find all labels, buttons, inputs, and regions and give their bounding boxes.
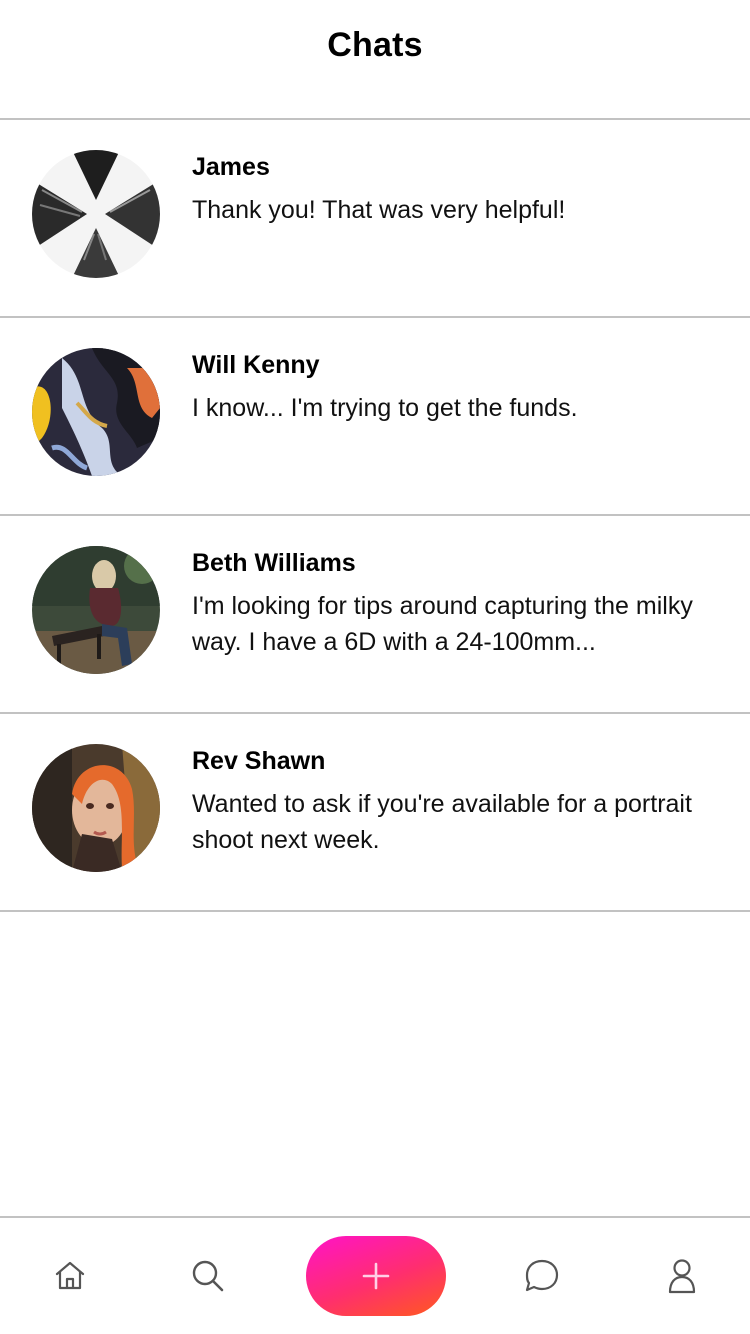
chat-name: Beth Williams [192, 549, 356, 577]
chats-screen: Chats James Thank you! That was very hel… [0, 0, 750, 1334]
nav-profile-button[interactable] [642, 1218, 722, 1334]
user-icon [668, 1259, 696, 1294]
chat-last-message: I'm looking for tips around capturing th… [192, 592, 693, 656]
avatar-image [32, 546, 160, 674]
avatar [32, 744, 160, 872]
plus-icon [362, 1262, 390, 1290]
avatar-image [32, 348, 160, 476]
chat-item-beth-williams[interactable]: Beth Williams I'm looking for tips aroun… [0, 516, 750, 714]
avatar [32, 348, 160, 476]
chat-item-will-kenny[interactable]: Will Kenny I know... I'm trying to get t… [0, 318, 750, 516]
bottom-navigation [0, 1216, 750, 1334]
chat-item-james[interactable]: James Thank you! That was very helpful! [0, 120, 750, 318]
nav-home-button[interactable] [30, 1218, 110, 1334]
chat-last-message: Thank you! That was very helpful! [192, 196, 566, 224]
chat-last-message: Wanted to ask if you're available for a … [192, 790, 692, 854]
app-header: Chats [0, 0, 750, 120]
chat-name: Will Kenny [192, 351, 320, 379]
page-title: Chats [327, 25, 423, 64]
avatar [32, 150, 160, 278]
chat-last-message: I know... I'm trying to get the funds. [192, 394, 578, 422]
chat-name: Rev Shawn [192, 747, 326, 775]
avatar [32, 546, 160, 674]
avatar-image [32, 150, 160, 278]
home-icon [55, 1261, 85, 1290]
search-icon [192, 1260, 224, 1292]
chat-bubble-icon [525, 1259, 559, 1292]
chat-name: James [192, 153, 270, 181]
chat-item-rev-shawn[interactable]: Rev Shawn Wanted to ask if you're availa… [0, 714, 750, 912]
nav-search-button[interactable] [168, 1218, 248, 1334]
nav-chats-button[interactable] [502, 1218, 582, 1334]
new-chat-button[interactable] [306, 1236, 446, 1316]
chat-list: James Thank you! That was very helpful! … [0, 120, 750, 912]
avatar-image [32, 744, 160, 872]
